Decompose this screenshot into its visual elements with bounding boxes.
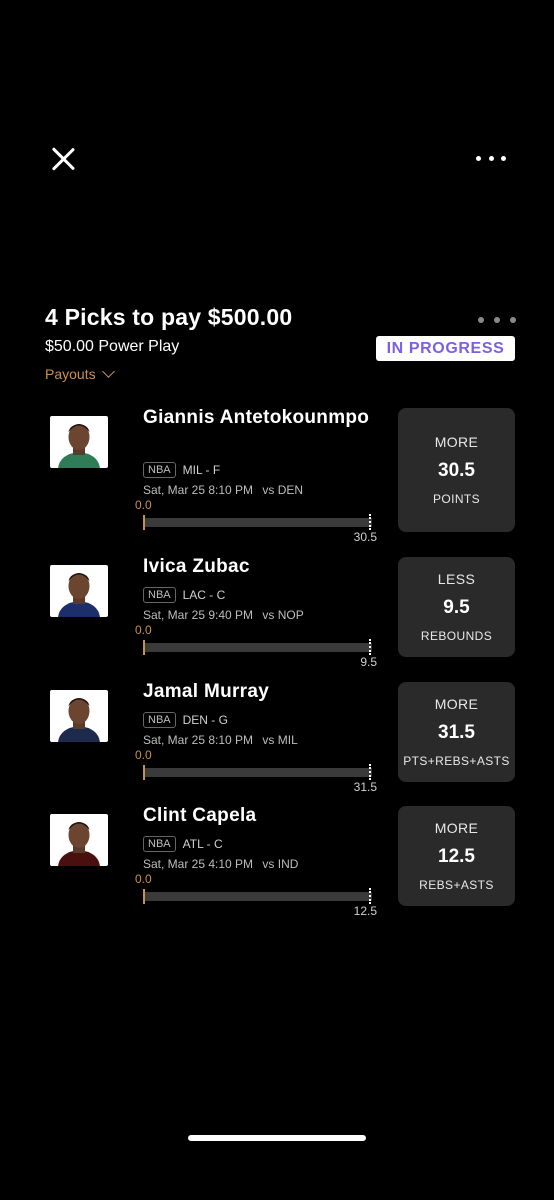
game-info: Sat, Mar 25 8:10 PM vs MIL xyxy=(143,733,298,747)
more-horizontal-icon[interactable] xyxy=(476,150,506,166)
progress-track xyxy=(143,892,372,901)
current-stat-value: 0.0 xyxy=(135,498,152,512)
pick-stat-type: PTS+REBS+ASTS xyxy=(403,754,510,768)
game-time: Sat, Mar 25 8:10 PM xyxy=(143,483,254,497)
dot xyxy=(488,155,494,161)
progress-start-marker xyxy=(143,640,145,655)
pick-line: 31.5 xyxy=(438,722,475,743)
line-marker-value: 31.5 xyxy=(353,780,377,794)
league-tag: NBA xyxy=(143,836,176,852)
current-stat-value: 0.0 xyxy=(135,872,152,886)
league-tag: NBA xyxy=(143,587,176,603)
dot xyxy=(494,317,500,323)
player-meta: NBA ATL - C xyxy=(143,836,223,852)
pick-direction: MORE xyxy=(434,696,479,712)
current-stat-value: 0.0 xyxy=(135,623,152,637)
player-meta: NBA DEN - G xyxy=(143,712,228,728)
progress-track xyxy=(143,518,372,527)
pick-choice-card[interactable]: MORE 31.5 PTS+REBS+ASTS xyxy=(398,682,515,782)
game-info: Sat, Mar 25 9:40 PM vs NOP xyxy=(143,608,304,622)
progress-start-marker xyxy=(143,515,145,530)
pick-choice-card[interactable]: LESS 9.5 REBOUNDS xyxy=(398,557,515,657)
dot xyxy=(478,317,484,323)
dot xyxy=(501,155,506,161)
pick-direction: MORE xyxy=(434,434,479,450)
player-name[interactable]: Ivica Zubac xyxy=(143,555,393,579)
line-marker-value: 12.5 xyxy=(353,904,377,918)
progress-start-marker xyxy=(143,765,145,780)
current-stat-value: 0.0 xyxy=(135,748,152,762)
opponent: vs MIL xyxy=(262,733,298,747)
player-name[interactable]: Jamal Murray xyxy=(143,680,393,704)
league-tag: NBA xyxy=(143,712,176,728)
line-marker xyxy=(369,639,371,655)
player-meta: NBA MIL - F xyxy=(143,462,220,478)
line-marker xyxy=(369,888,371,904)
line-marker xyxy=(369,764,371,780)
progress-start-marker xyxy=(143,889,145,904)
opponent: vs DEN xyxy=(262,483,304,497)
pick-stat-type: POINTS xyxy=(432,492,481,506)
pick-stat-type: REBS+ASTS xyxy=(419,878,494,892)
pick-line: 30.5 xyxy=(438,460,475,481)
team-position: MIL - F xyxy=(182,463,221,477)
pick-direction: LESS xyxy=(437,571,476,587)
payouts-toggle[interactable]: Payouts xyxy=(45,365,115,382)
payouts-label: Payouts xyxy=(45,366,96,382)
status-badge: IN PROGRESS xyxy=(376,336,515,361)
player-avatar xyxy=(50,690,108,742)
line-marker xyxy=(369,514,371,530)
entry-title: 4 Picks to pay $500.00 xyxy=(45,304,293,330)
entry-more-icon[interactable] xyxy=(478,312,516,328)
dot xyxy=(476,155,481,161)
progress-track xyxy=(143,768,372,777)
line-marker-value: 30.5 xyxy=(353,530,377,544)
close-icon[interactable] xyxy=(50,146,76,172)
dot xyxy=(510,317,516,323)
pick-line: 9.5 xyxy=(443,597,470,618)
game-info: Sat, Mar 25 8:10 PM vs DEN xyxy=(143,483,303,497)
pick-line: 12.5 xyxy=(438,846,475,867)
game-time: Sat, Mar 25 4:10 PM xyxy=(143,857,254,871)
player-avatar xyxy=(50,814,108,866)
line-marker-value: 9.5 xyxy=(360,655,377,669)
player-name[interactable]: Giannis Antetokounmpo xyxy=(143,406,393,430)
game-info: Sat, Mar 25 4:10 PM vs IND xyxy=(143,857,298,871)
pick-stat-type: REBOUNDS xyxy=(420,629,493,643)
game-time: Sat, Mar 25 8:10 PM xyxy=(143,733,254,747)
player-headshot-image xyxy=(50,814,108,866)
player-avatar xyxy=(50,416,108,468)
progress-track xyxy=(143,643,372,652)
pick-choice-card[interactable]: MORE 30.5 POINTS xyxy=(398,408,515,532)
player-avatar xyxy=(50,565,108,617)
pick-choice-card[interactable]: MORE 12.5 REBS+ASTS xyxy=(398,806,515,906)
player-meta: NBA LAC - C xyxy=(143,587,225,603)
game-time: Sat, Mar 25 9:40 PM xyxy=(143,608,254,622)
opponent: vs NOP xyxy=(262,608,304,622)
league-tag: NBA xyxy=(143,462,176,478)
player-headshot-image xyxy=(50,690,108,742)
team-position: DEN - G xyxy=(182,713,228,727)
player-headshot-image xyxy=(50,565,108,617)
player-headshot-image xyxy=(50,416,108,468)
opponent: vs IND xyxy=(262,857,299,871)
pick-direction: MORE xyxy=(434,820,479,836)
team-position: ATL - C xyxy=(182,837,223,851)
entry-subtitle: $50.00 Power Play xyxy=(45,338,180,355)
home-indicator[interactable] xyxy=(188,1135,366,1141)
player-name[interactable]: Clint Capela xyxy=(143,804,393,828)
chevron-down-icon xyxy=(101,365,115,378)
team-position: LAC - C xyxy=(182,588,226,602)
